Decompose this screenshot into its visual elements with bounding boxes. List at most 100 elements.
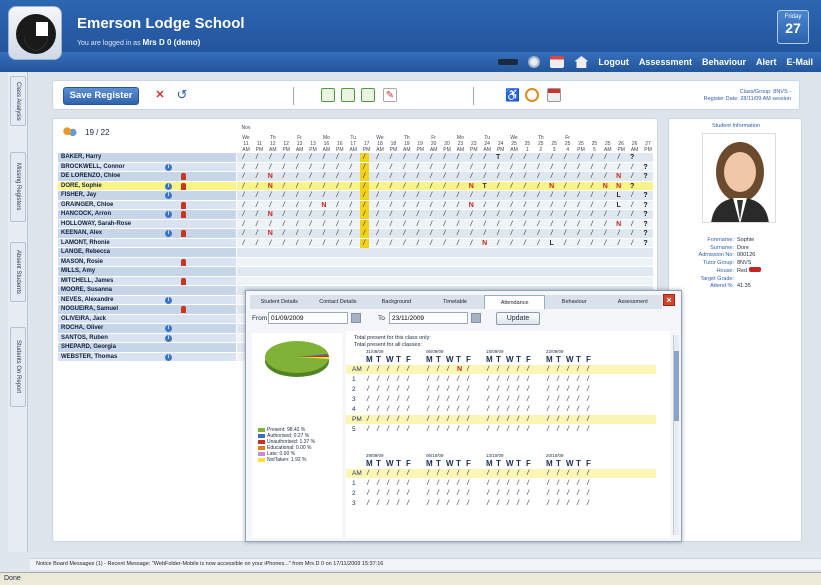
register-mark[interactable]: N	[547, 182, 556, 191]
register-mark[interactable]: /	[359, 191, 369, 200]
info-icon[interactable]: i	[165, 334, 172, 342]
register-mark[interactable]: N	[266, 182, 275, 191]
today-calendar-icon[interactable]	[547, 88, 561, 102]
register-mark[interactable]: /	[547, 191, 556, 200]
student-row[interactable]: HANCOCK, Arron i	[58, 210, 236, 220]
register-mark[interactable]: /	[279, 191, 288, 200]
student-name[interactable]: MASON, Rosie	[61, 259, 103, 265]
scroll-thumb[interactable]	[674, 351, 679, 421]
student-name[interactable]: LAMONT, Rhonie	[61, 240, 110, 246]
register-mark[interactable]: /	[346, 201, 355, 210]
gear-icon[interactable]	[528, 56, 541, 68]
register-mark[interactable]: N	[266, 172, 275, 181]
register-mark[interactable]: /	[346, 172, 355, 181]
student-row[interactable]: NOGUEIRA, Samuel	[58, 305, 236, 315]
register-mark[interactable]: /	[373, 153, 382, 162]
register-mark[interactable]: /	[319, 153, 328, 162]
register-mark[interactable]: /	[574, 210, 583, 219]
register-mark[interactable]: /	[440, 220, 449, 229]
register-mark[interactable]: /	[306, 172, 315, 181]
register-mark[interactable]: ?	[641, 172, 650, 181]
student-name[interactable]: BROCKWELL, Connor	[61, 164, 125, 170]
register-mark[interactable]: /	[359, 238, 369, 248]
register-mark[interactable]: /	[266, 153, 275, 162]
register-mark[interactable]: /	[547, 229, 556, 238]
register-mark[interactable]: /	[359, 153, 369, 162]
register-mark[interactable]: /	[494, 172, 503, 181]
register-mark[interactable]: /	[467, 191, 476, 200]
register-mark[interactable]: /	[319, 172, 328, 181]
register-mark[interactable]: /	[252, 201, 261, 210]
register-mark[interactable]: /	[333, 201, 342, 210]
register-mark[interactable]: /	[306, 191, 315, 200]
register-mark[interactable]: /	[574, 172, 583, 181]
register-mark[interactable]: /	[346, 220, 355, 229]
register-mark[interactable]: /	[614, 153, 623, 162]
register-mark[interactable]: /	[614, 239, 623, 248]
register-mark[interactable]: L	[614, 201, 623, 210]
register-mark[interactable]: ?	[641, 220, 650, 229]
register-mark[interactable]: /	[587, 182, 596, 191]
register-mark[interactable]: /	[293, 182, 302, 191]
calendar-icon[interactable]	[550, 56, 565, 68]
register-mark[interactable]: /	[413, 172, 422, 181]
register-mark[interactable]: /	[319, 220, 328, 229]
student-row[interactable]: DE LORENZO, Chloe	[58, 172, 236, 182]
register-mark[interactable]: /	[507, 220, 516, 229]
register-mark[interactable]: /	[628, 172, 637, 181]
register-mark[interactable]: /	[359, 219, 369, 229]
register-mark[interactable]: N	[467, 182, 476, 191]
register-mark[interactable]: /	[574, 229, 583, 238]
register-mark[interactable]: N	[266, 229, 275, 238]
register-mark[interactable]: /	[293, 191, 302, 200]
register-mark[interactable]: /	[373, 229, 382, 238]
tab-assessment[interactable]: Assessment	[603, 295, 662, 309]
register-mark[interactable]: /	[453, 191, 462, 200]
register-mark[interactable]: /	[453, 239, 462, 248]
register-mark[interactable]: /	[252, 163, 261, 172]
register-mark[interactable]: /	[252, 172, 261, 181]
register-mark[interactable]: /	[628, 191, 637, 200]
register-mark[interactable]: ?	[641, 239, 650, 248]
register-mark[interactable]: /	[239, 239, 248, 248]
student-name[interactable]: BAKER, Harry	[61, 154, 101, 160]
student-row[interactable]: SHEPARD, Georgia	[58, 343, 236, 353]
calendar-picker-icon[interactable]	[351, 313, 361, 323]
register-mark[interactable]: /	[359, 172, 369, 181]
register-mark[interactable]: ?	[641, 191, 650, 200]
register-mark[interactable]: /	[359, 229, 369, 238]
register-mark[interactable]: /	[547, 172, 556, 181]
register-mark[interactable]: /	[520, 191, 529, 200]
student-name[interactable]: MITCHELL, James	[61, 278, 113, 284]
register-mark[interactable]: /	[520, 201, 529, 210]
register-mark[interactable]: /	[239, 201, 248, 210]
register-mark[interactable]: /	[574, 239, 583, 248]
register-mark[interactable]: ?	[641, 163, 650, 172]
register-mark[interactable]: /	[480, 191, 489, 200]
register-mark[interactable]: /	[494, 191, 503, 200]
student-name[interactable]: MILLS, Amy	[61, 268, 95, 274]
register-mark[interactable]: /	[534, 172, 543, 181]
update-button[interactable]: Update	[496, 312, 540, 325]
register-mark[interactable]: /	[333, 229, 342, 238]
fill-down-icon[interactable]	[361, 88, 375, 102]
register-mark[interactable]: /	[400, 220, 409, 229]
student-row[interactable]: SANTOS, Ruben i	[58, 333, 236, 343]
register-mark[interactable]: /	[574, 201, 583, 210]
register-mark[interactable]: /	[601, 239, 610, 248]
register-mark[interactable]: /	[601, 163, 610, 172]
register-mark[interactable]: /	[386, 163, 395, 172]
register-mark[interactable]: /	[440, 201, 449, 210]
register-mark[interactable]: /	[373, 163, 382, 172]
register-mark[interactable]: /	[587, 172, 596, 181]
register-mark[interactable]: /	[601, 153, 610, 162]
register-mark[interactable]: L	[547, 239, 556, 248]
register-mark[interactable]: /	[467, 153, 476, 162]
student-name[interactable]: WEBSTER, Thomas	[61, 354, 117, 360]
register-mark[interactable]: /	[494, 220, 503, 229]
student-row[interactable]: FISHER, Jay i	[58, 191, 236, 201]
register-mark[interactable]: /	[306, 229, 315, 238]
student-row[interactable]: MILLS, Amy	[58, 267, 236, 277]
register-mark[interactable]: /	[400, 201, 409, 210]
register-mark[interactable]: /	[534, 229, 543, 238]
